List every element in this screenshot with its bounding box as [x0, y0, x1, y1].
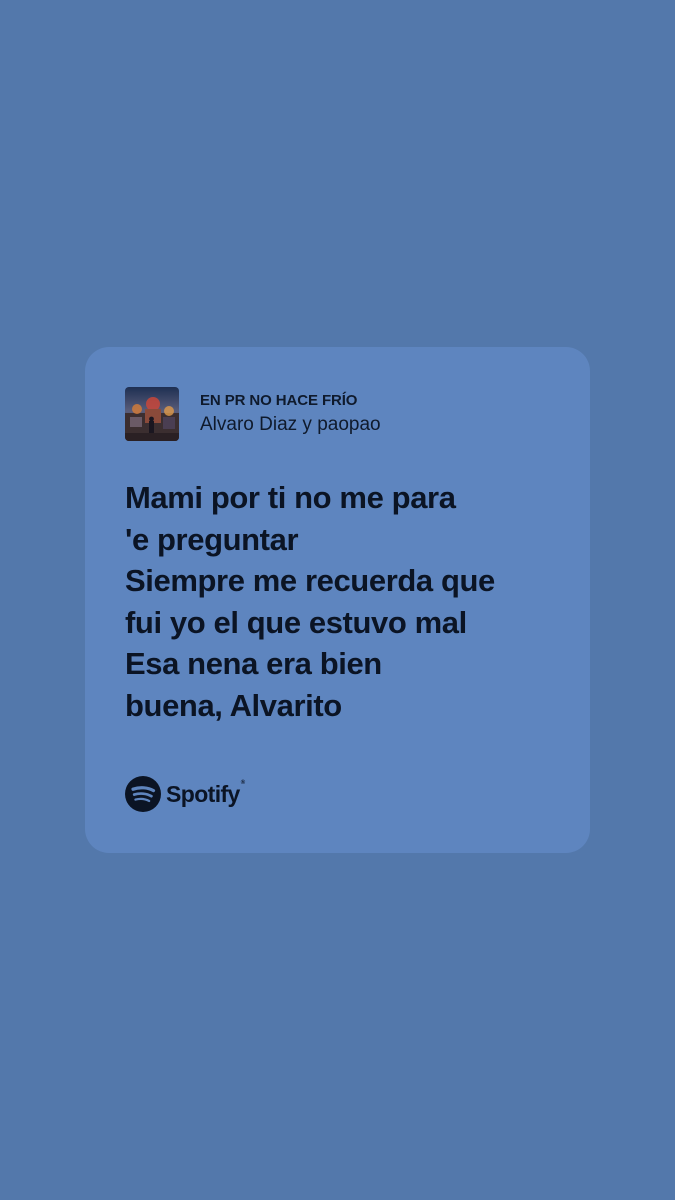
lyric-line: Esa nena era bien	[125, 646, 382, 681]
lyric-line: Siempre me recuerda que	[125, 563, 495, 598]
album-cover-image	[125, 387, 179, 441]
lyric-line: buena, Alvarito	[125, 687, 342, 723]
track-meta: EN PR NO HACE FRÍO Alvaro Diaz y paopao	[200, 392, 381, 437]
lyrics-block: Mami por ti no me para 'e preguntar Siem…	[125, 477, 565, 726]
spotify-branding: Spotify®	[125, 776, 245, 812]
trademark-mark: ®	[240, 780, 245, 786]
lyric-line: fui yo el que estuvo mal	[125, 604, 467, 640]
track-artist: Alvaro Diaz y paopao	[200, 413, 381, 435]
track-header: EN PR NO HACE FRÍO Alvaro Diaz y paopao	[125, 387, 381, 441]
spotify-logo-icon	[125, 776, 161, 812]
lyric-line: 'e preguntar	[125, 521, 299, 557]
lyric-line: Mami por ti no me para	[125, 480, 456, 515]
lyrics-share-card: EN PR NO HACE FRÍO Alvaro Diaz y paopao …	[85, 347, 590, 853]
track-title: EN PR NO HACE FRÍO	[200, 391, 358, 409]
spotify-wordmark-text: Spotify	[166, 781, 240, 807]
spotify-wordmark: Spotify®	[166, 776, 245, 812]
